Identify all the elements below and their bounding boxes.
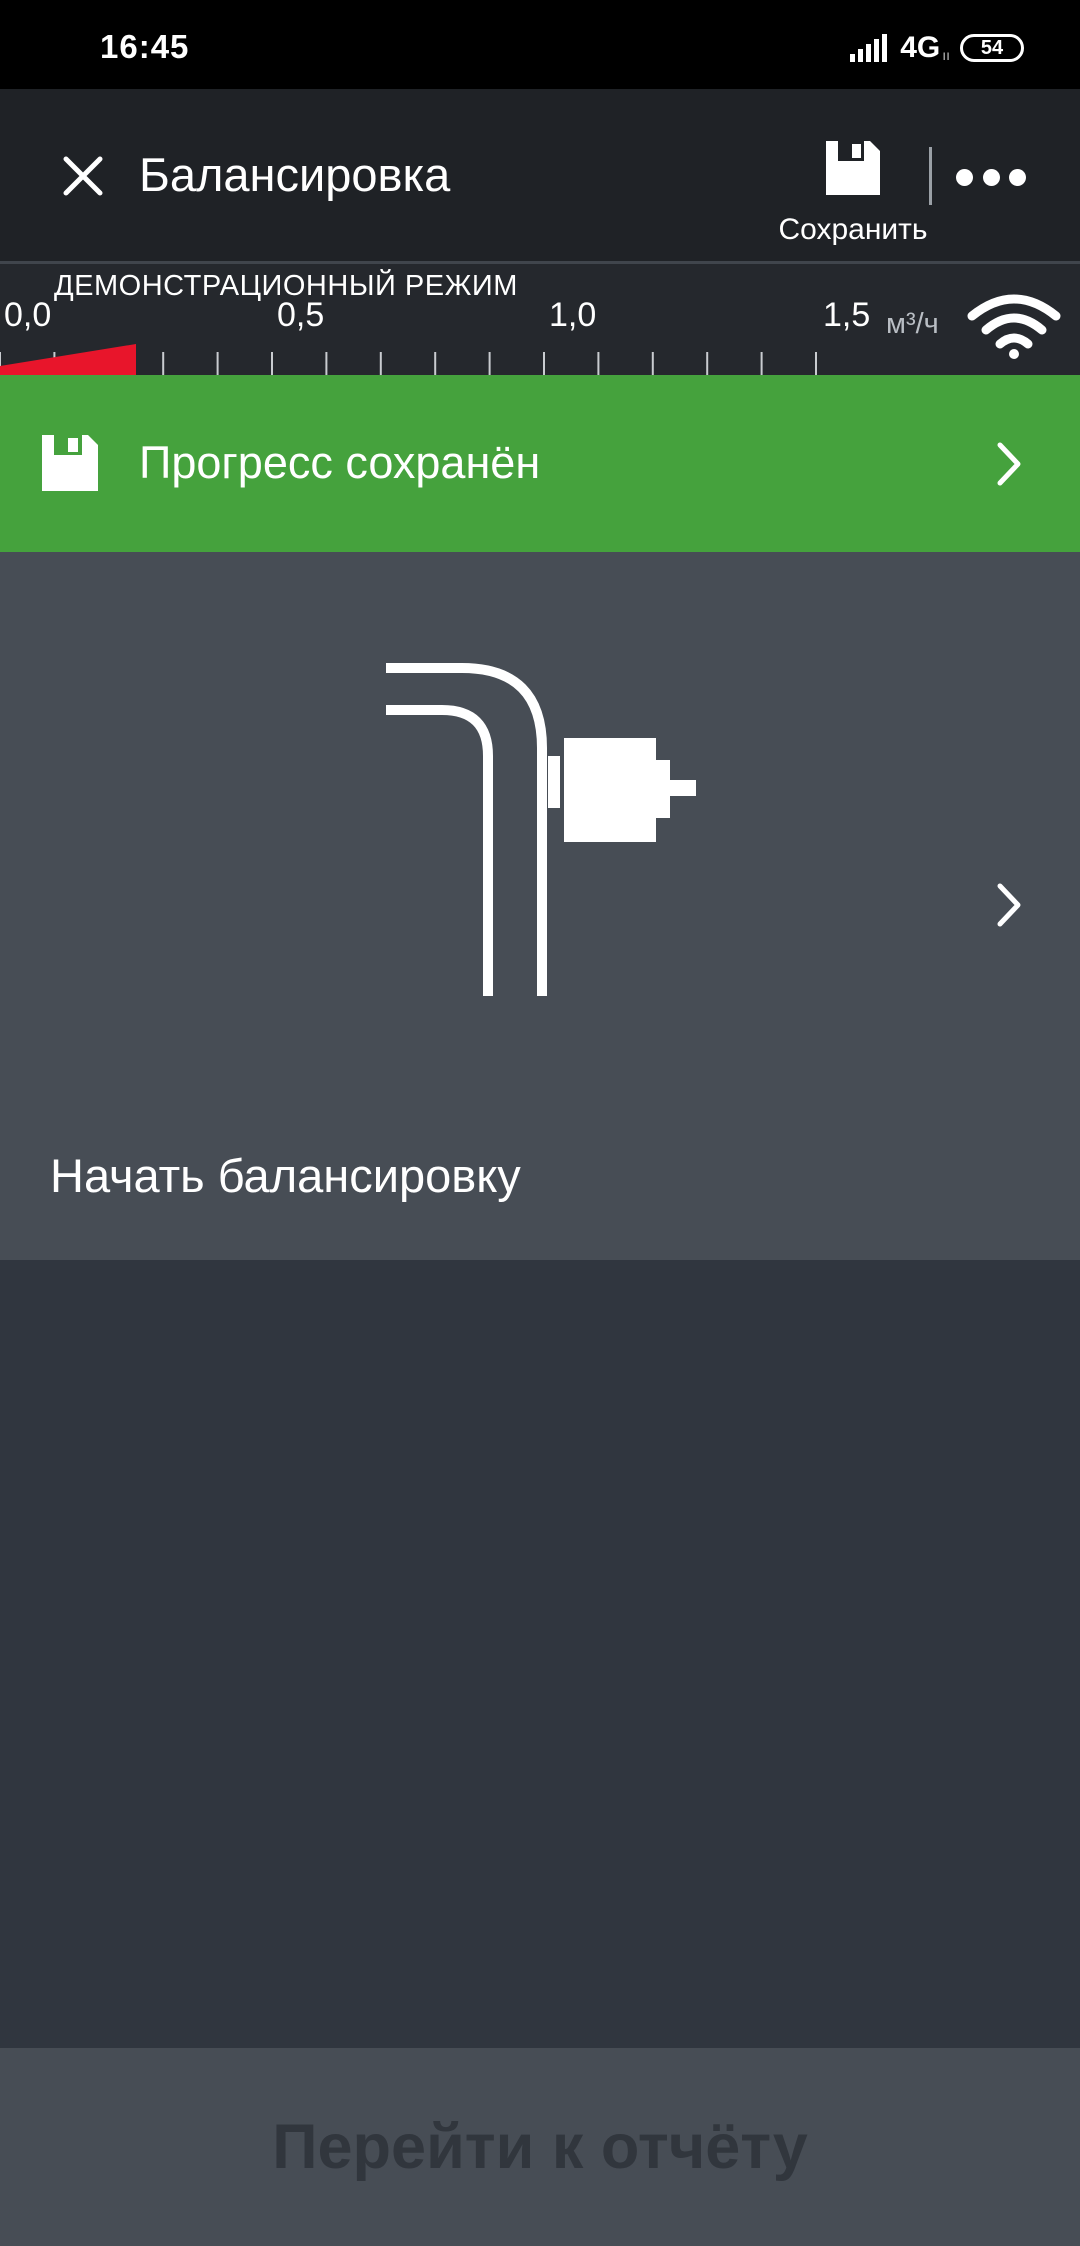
battery-icon: 54 xyxy=(960,34,1024,62)
scale-tick-label: 0,5 xyxy=(277,296,325,334)
save-button[interactable]: Сохранить xyxy=(770,139,936,249)
scale-tick-label: 1,0 xyxy=(549,296,597,334)
banner-text: Прогресс сохранён xyxy=(139,437,541,488)
scale-ticks xyxy=(0,344,817,378)
flow-scale: ДЕМОНСТРАЦИОННЫЙ РЕЖИМ 0,0 0,5 1,0 1,5 м… xyxy=(0,261,1080,378)
battery-level: 54 xyxy=(980,36,1004,59)
status-bar: 16:45 4G ıı 54 xyxy=(0,0,1080,89)
scale-tick-label: 1,5 xyxy=(823,296,871,334)
scale-unit: м³/ч xyxy=(886,308,939,340)
go-to-report-label: Перейти к отчёту xyxy=(272,2112,808,2182)
pipe-valve-icon xyxy=(386,663,696,996)
network-activity: ıı xyxy=(942,47,950,63)
floppy-disk-icon xyxy=(826,141,880,195)
progress-saved-banner[interactable]: Прогресс сохранён xyxy=(0,375,1080,552)
start-balancing-label: Начать балансировку xyxy=(50,1149,521,1202)
more-dot-icon xyxy=(982,168,1000,186)
go-to-report-button[interactable]: Перейти к отчёту xyxy=(0,2048,1080,2246)
scale-tick-label: 0,0 xyxy=(4,296,52,334)
status-time: 16:45 xyxy=(100,28,190,65)
more-dot-icon xyxy=(1009,168,1026,186)
flow-indicator xyxy=(0,344,136,378)
status-indicators: 4G ıı 54 xyxy=(850,28,1024,68)
page-title: Балансировка xyxy=(139,148,451,201)
toolbar-divider xyxy=(929,147,932,205)
floppy-disk-icon xyxy=(42,435,98,491)
more-dot-icon xyxy=(956,168,973,186)
more-options-button[interactable] xyxy=(956,159,1026,195)
start-balancing-card[interactable]: Начать балансировку xyxy=(0,552,1080,1260)
chevron-right-icon xyxy=(997,883,1021,927)
close-icon[interactable] xyxy=(58,151,108,201)
wifi-icon xyxy=(967,294,1061,359)
app-bar: Балансировка Сохранить xyxy=(0,89,1080,261)
signal-icon xyxy=(850,34,888,62)
save-label: Сохранить xyxy=(778,213,928,246)
chevron-right-icon xyxy=(997,442,1021,486)
network-type: 4G xyxy=(900,31,941,64)
